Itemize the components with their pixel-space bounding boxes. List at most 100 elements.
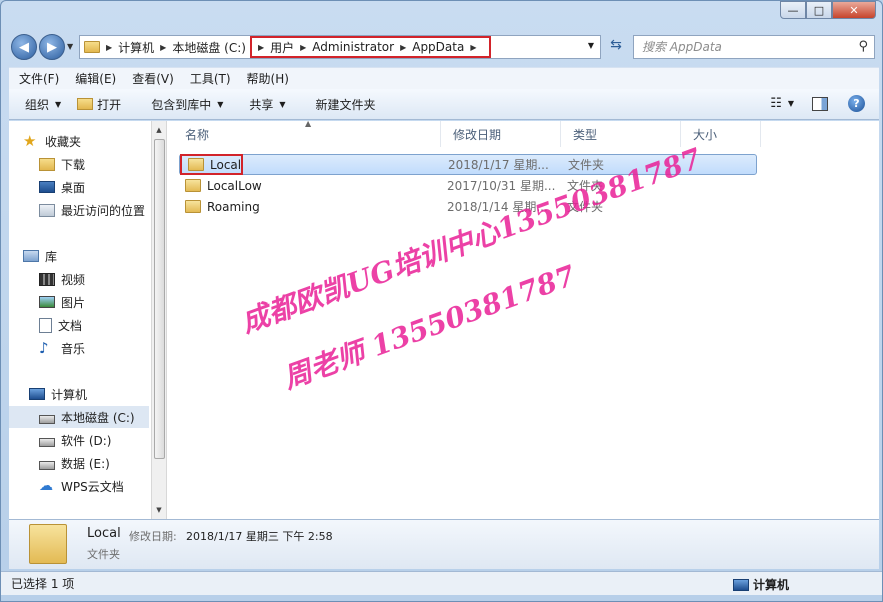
menu-edit[interactable]: 编辑(E) bbox=[65, 70, 122, 87]
file-date: 2018/1/17 星期... bbox=[448, 158, 549, 172]
status-computer-label: 计算机 bbox=[753, 578, 790, 592]
organize-button[interactable]: 组织 ▼ bbox=[25, 96, 61, 113]
cloud-icon: ☁ bbox=[39, 478, 53, 494]
nav-item-desktop[interactable]: 桌面 bbox=[39, 176, 85, 198]
file-date: 2018/1/14 星期... bbox=[447, 200, 548, 214]
nav-label: 计算机 bbox=[51, 387, 88, 402]
chevron-right-icon[interactable]: ▶ bbox=[258, 43, 264, 52]
address-dropdown-icon[interactable]: ▼ bbox=[588, 41, 594, 50]
view-details-icon[interactable]: ☷ bbox=[770, 96, 782, 111]
nav-libraries[interactable]: 库 bbox=[23, 245, 57, 267]
column-type[interactable]: 类型 bbox=[561, 121, 681, 147]
drive-icon bbox=[39, 437, 55, 447]
back-button[interactable]: ◀ bbox=[11, 34, 37, 60]
menu-help[interactable]: 帮助(H) bbox=[237, 70, 295, 87]
navigation-scrollbar[interactable]: ▲ ▼ bbox=[151, 121, 167, 519]
search-icon[interactable]: ⚲ bbox=[858, 39, 868, 54]
explorer-window: — □ ✕ ◀ ▶ ▼ ▶ 计算机 ▶ 本地磁盘 (C:) ▶ 用户 ▶ Adm… bbox=[0, 0, 883, 602]
windows-drive-icon bbox=[39, 414, 55, 424]
nav-favorites[interactable]: ★ 收藏夹 bbox=[23, 130, 81, 152]
scrollbar-thumb[interactable] bbox=[154, 139, 165, 459]
nav-item-downloads[interactable]: 下载 bbox=[39, 153, 85, 175]
nav-item-pictures[interactable]: 图片 bbox=[39, 291, 85, 313]
libraries-icon bbox=[23, 250, 39, 262]
chevron-down-icon: ▼ bbox=[279, 99, 286, 109]
address-bar[interactable]: ▶ 计算机 ▶ 本地磁盘 (C:) ▶ 用户 ▶ Administrator ▶… bbox=[79, 35, 601, 59]
nav-item-drive-d[interactable]: 软件 (D:) bbox=[39, 429, 111, 451]
pictures-icon bbox=[39, 296, 55, 308]
menu-bar: 文件(F) 编辑(E) 查看(V) 工具(T) 帮助(H) bbox=[9, 67, 879, 89]
desktop-icon bbox=[39, 181, 55, 193]
folder-icon bbox=[185, 179, 201, 192]
menu-file[interactable]: 文件(F) bbox=[9, 70, 65, 87]
file-type: 文件夹 bbox=[567, 200, 604, 214]
status-selection: 已选择 1 项 bbox=[11, 577, 75, 591]
minimize-button[interactable]: — bbox=[780, 1, 806, 19]
menu-tools[interactable]: 工具(T) bbox=[180, 70, 237, 87]
nav-item-drive-e[interactable]: 数据 (E:) bbox=[39, 452, 110, 474]
chevron-right-icon[interactable]: ▶ bbox=[400, 43, 406, 52]
scroll-up-icon[interactable]: ▲ bbox=[152, 123, 166, 137]
chevron-right-icon[interactable]: ▶ bbox=[106, 43, 112, 52]
nav-label: 桌面 bbox=[61, 180, 86, 195]
maximize-button[interactable]: □ bbox=[806, 1, 832, 19]
nav-computer[interactable]: 计算机 bbox=[29, 383, 87, 405]
nav-item-recent-places[interactable]: 最近访问的位置 bbox=[39, 199, 145, 221]
star-icon: ★ bbox=[23, 132, 37, 150]
refresh-icon[interactable]: ⇆ bbox=[605, 37, 627, 57]
nav-label: 数据 (E:) bbox=[61, 456, 110, 471]
breadcrumb-appdata[interactable]: AppData bbox=[412, 40, 464, 54]
recent-pages-dropdown[interactable]: ▼ bbox=[67, 42, 73, 51]
main-area: ★ 收藏夹 下载 桌面 最近访问的位置 库 视频 图片 文档 ♪ 音乐 计算机 … bbox=[9, 119, 879, 519]
nav-item-videos[interactable]: 视频 bbox=[39, 268, 85, 290]
close-button[interactable]: ✕ bbox=[832, 1, 876, 19]
share-button[interactable]: 共享 ▼ bbox=[249, 96, 285, 113]
column-size[interactable]: 大小 bbox=[681, 121, 761, 147]
drive-icon bbox=[39, 460, 55, 470]
help-icon[interactable]: ? bbox=[848, 95, 865, 112]
nav-label: 下载 bbox=[61, 157, 86, 172]
details-name: Local bbox=[87, 526, 121, 541]
navigation-pane: ★ 收藏夹 下载 桌面 最近访问的位置 库 视频 图片 文档 ♪ 音乐 计算机 … bbox=[9, 121, 151, 519]
chevron-down-icon: ▼ bbox=[55, 99, 62, 109]
search-box[interactable]: ⚲ bbox=[633, 35, 875, 59]
chevron-right-icon[interactable]: ▶ bbox=[470, 43, 476, 52]
new-folder-button[interactable]: 新建文件夹 bbox=[316, 96, 376, 113]
nav-item-local-disk-c[interactable]: 本地磁盘 (C:) bbox=[9, 406, 149, 428]
column-date-modified[interactable]: 修改日期 bbox=[441, 121, 561, 147]
include-library-label: 包含到库中 bbox=[151, 97, 212, 112]
nav-item-music[interactable]: ♪ 音乐 bbox=[39, 337, 85, 359]
breadcrumb-users[interactable]: 用户 bbox=[270, 39, 294, 56]
status-bar: 已选择 1 项 计算机 bbox=[1, 571, 882, 595]
music-icon: ♪ bbox=[39, 339, 49, 357]
breadcrumb-highlight-box: ▶ 用户 ▶ Administrator ▶ AppData ▶ bbox=[249, 36, 491, 58]
details-modified-value: 2018/1/17 星期三 下午 2:58 bbox=[186, 530, 333, 543]
file-name: Roaming bbox=[207, 199, 260, 214]
breadcrumb-local-disk-c[interactable]: 本地磁盘 (C:) bbox=[172, 39, 246, 56]
column-name[interactable]: 名称 bbox=[173, 121, 441, 147]
command-bar: 组织 ▼ 打开 包含到库中 ▼ 共享 ▼ 新建文件夹 ☷ ▼ ? bbox=[9, 89, 879, 120]
search-input[interactable] bbox=[642, 40, 852, 54]
chevron-down-icon[interactable]: ▼ bbox=[788, 99, 794, 108]
file-name-cell: Local bbox=[180, 154, 244, 175]
menu-view[interactable]: 查看(V) bbox=[122, 70, 180, 87]
details-type: 文件夹 bbox=[87, 548, 120, 561]
file-row-locallow[interactable]: LocalLow 2017/10/31 星期... 文件夹 bbox=[179, 175, 757, 196]
scroll-down-icon[interactable]: ▼ bbox=[152, 503, 166, 517]
breadcrumb-administrator[interactable]: Administrator bbox=[312, 40, 394, 54]
file-name-cell: Roaming bbox=[179, 196, 260, 217]
nav-label: 最近访问的位置 bbox=[61, 203, 146, 218]
file-row-local[interactable]: Local 2018/1/17 星期... 文件夹 bbox=[179, 154, 757, 175]
file-type: 文件夹 bbox=[568, 158, 605, 172]
view-controls: ☷ ▼ ? bbox=[770, 95, 865, 112]
open-button[interactable]: 打开 bbox=[77, 96, 121, 113]
breadcrumb-computer[interactable]: 计算机 bbox=[118, 39, 154, 56]
chevron-right-icon[interactable]: ▶ bbox=[300, 43, 306, 52]
file-row-roaming[interactable]: Roaming 2018/1/14 星期... 文件夹 bbox=[179, 196, 757, 217]
include-in-library-button[interactable]: 包含到库中 ▼ bbox=[151, 96, 223, 113]
nav-item-wps-cloud[interactable]: ☁ WPS云文档 bbox=[39, 475, 124, 497]
preview-pane-icon[interactable] bbox=[812, 96, 828, 111]
nav-item-documents[interactable]: 文档 bbox=[39, 314, 82, 336]
chevron-right-icon[interactable]: ▶ bbox=[160, 43, 166, 52]
forward-button[interactable]: ▶ bbox=[39, 34, 65, 60]
